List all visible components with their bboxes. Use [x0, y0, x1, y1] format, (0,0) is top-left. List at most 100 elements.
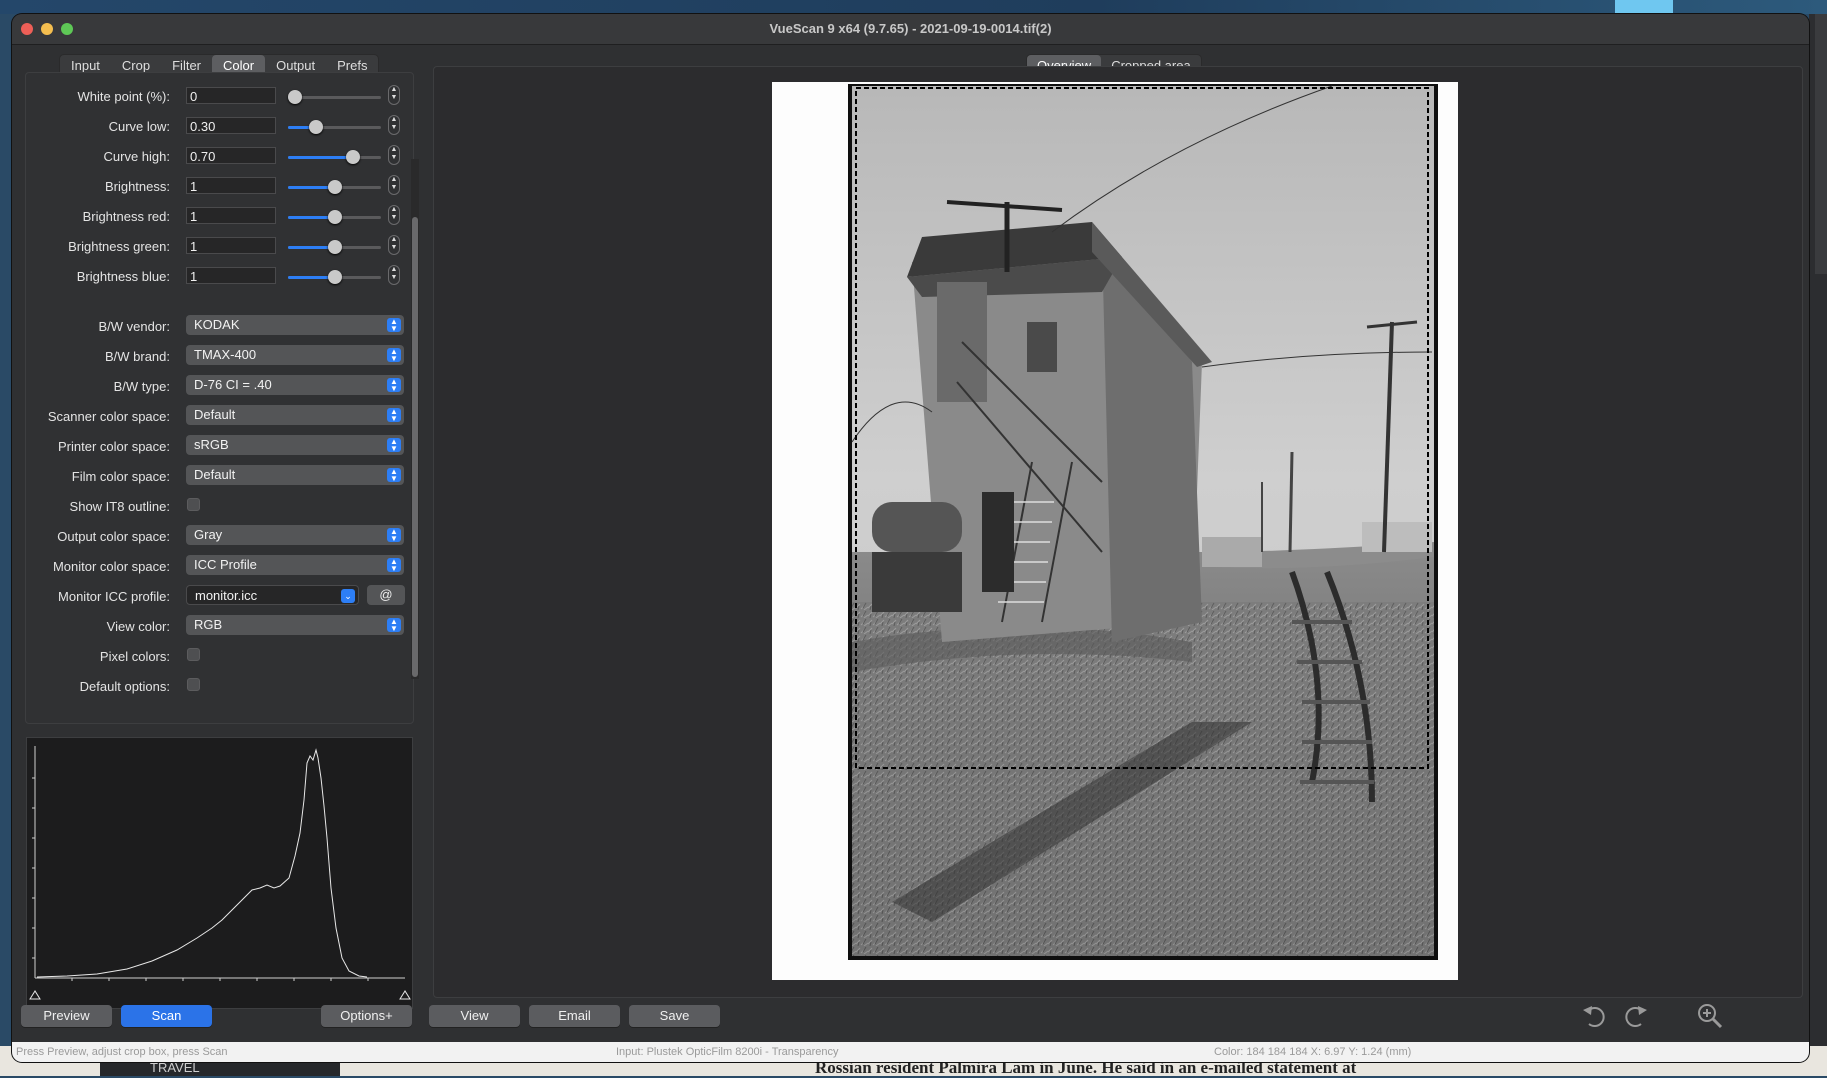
output-color-space-value: Gray [194, 527, 223, 542]
preview-button[interactable]: Preview [21, 1005, 112, 1027]
film-color-space-row: Film color space: Default ▲ ▼ [26, 465, 404, 489]
printer-color-space-row: Printer color space: sRGB ▲ ▼ [26, 435, 404, 459]
brightness-green-input[interactable]: 1 [186, 237, 276, 254]
rotate-right-icon[interactable] [1621, 1001, 1651, 1031]
scanner-color-space-row: Scanner color space: Default ▲ ▼ [26, 405, 404, 429]
brightness-red-input[interactable]: 1 [186, 207, 276, 224]
brightness-stepper[interactable]: ▲ ▼ [388, 175, 400, 195]
save-button[interactable]: Save [629, 1005, 720, 1027]
bw-brand-label: B/W brand: [104, 349, 170, 364]
monitor-icc-value: monitor.icc [195, 588, 258, 603]
scanner-color-space-label: Scanner color space: [47, 409, 170, 424]
default-options-checkbox[interactable] [187, 678, 200, 691]
rotate-left-icon[interactable] [1579, 1001, 1609, 1031]
slider-knob[interactable] [327, 210, 342, 224]
chevron-updown-icon: ▲ ▼ [387, 318, 401, 333]
brightness-green-row: Brightness green: 1 ▲ ▼ [26, 235, 400, 259]
output-color-space-label: Output color space: [57, 529, 170, 544]
monitor-icc-row: Monitor ICC profile: monitor.icc ⌄ @ [26, 585, 405, 609]
monitor-icc-browse-button[interactable]: @ [367, 585, 405, 605]
brightness-blue-input[interactable]: 1 [186, 267, 276, 284]
options-button[interactable]: Options+ [321, 1005, 412, 1027]
curve-high-stepper[interactable]: ▲ ▼ [388, 145, 400, 165]
brightness-red-stepper[interactable]: ▲ ▼ [388, 205, 400, 225]
bw-vendor-value: KODAK [194, 317, 240, 332]
histogram-graph [29, 746, 411, 1000]
panel-scrollbar[interactable] [411, 159, 419, 679]
brightness-green-slider[interactable] [288, 240, 381, 254]
slider-knob[interactable] [346, 150, 361, 164]
scanner-color-space-select[interactable]: Default ▲ ▼ [186, 405, 404, 425]
show-it8-checkbox[interactable] [187, 498, 200, 511]
bw-type-value: D-76 CI = .40 [194, 377, 272, 392]
white-point-stepper[interactable]: ▲ ▼ [388, 85, 400, 105]
bw-vendor-label: B/W vendor: [98, 319, 170, 334]
curve-high-row: Curve high: 0.70 ▲ ▼ [26, 145, 400, 169]
vuescan-window: VueScan 9 x64 (9.7.65) - 2021-09-19-0014… [12, 14, 1809, 1062]
brightness-green-stepper[interactable]: ▲ ▼ [388, 235, 400, 255]
email-button[interactable]: Email [529, 1005, 620, 1027]
slider-knob[interactable] [287, 90, 302, 104]
output-color-space-select[interactable]: Gray ▲ ▼ [186, 525, 404, 545]
film-frame-photo [848, 84, 1438, 960]
scan-preview-image[interactable] [772, 82, 1458, 980]
white-point-row: White point (%): 0 ▲ ▼ [26, 85, 400, 109]
slider-knob[interactable] [308, 120, 323, 134]
monitor-color-space-select[interactable]: ICC Profile ▲ ▼ [186, 555, 404, 575]
scanner-color-space-value: Default [194, 407, 236, 422]
brightness-red-label: Brightness red: [82, 209, 170, 224]
window-title: VueScan 9 x64 (9.7.65) - 2021-09-19-0014… [769, 21, 1052, 36]
zoom-window-button[interactable] [61, 23, 73, 35]
brightness-red-slider[interactable] [288, 210, 381, 224]
curve-low-slider[interactable] [288, 120, 381, 134]
title-bar[interactable]: VueScan 9 x64 (9.7.65) - 2021-09-19-0014… [12, 14, 1809, 45]
brightness-input[interactable]: 1 [186, 177, 276, 194]
histogram [26, 737, 413, 1009]
printer-color-space-select[interactable]: sRGB ▲ ▼ [186, 435, 404, 455]
monitor-icc-combo[interactable]: monitor.icc ⌄ [186, 585, 359, 605]
chevron-updown-icon: ▲ ▼ [387, 558, 401, 573]
background-sidebar-item: TRAVEL [150, 1060, 200, 1075]
film-color-space-label: Film color space: [71, 469, 170, 484]
white-point-input[interactable]: 0 [186, 87, 276, 104]
bw-vendor-select[interactable]: KODAK ▲ ▼ [186, 315, 404, 335]
brightness-blue-stepper[interactable]: ▲ ▼ [388, 265, 400, 285]
bw-brand-select[interactable]: TMAX-400 ▲ ▼ [186, 345, 404, 365]
slider-knob[interactable] [327, 270, 342, 284]
bw-type-select[interactable]: D-76 CI = .40 ▲ ▼ [186, 375, 404, 395]
monitor-icc-label: Monitor ICC profile: [58, 589, 170, 604]
pixel-colors-checkbox[interactable] [187, 648, 200, 661]
brightness-slider[interactable] [288, 180, 381, 194]
zoom-in-icon[interactable] [1695, 1001, 1725, 1031]
slider-knob[interactable] [327, 240, 342, 254]
close-window-button[interactable] [21, 23, 33, 35]
brightness-blue-row: Brightness blue: 1 ▲ ▼ [26, 265, 400, 289]
curve-high-input[interactable]: 0.70 [186, 147, 276, 164]
curve-low-input[interactable]: 0.30 [186, 117, 276, 134]
default-options-label: Default options: [79, 679, 170, 694]
brightness-blue-slider[interactable] [288, 270, 381, 284]
scan-button[interactable]: Scan [121, 1005, 212, 1027]
minimize-window-button[interactable] [41, 23, 53, 35]
brightness-blue-label: Brightness blue: [76, 269, 170, 284]
view-color-label: View color: [106, 619, 170, 634]
curve-low-stepper[interactable]: ▲ ▼ [388, 115, 400, 135]
chevron-updown-icon: ▲ ▼ [387, 528, 401, 543]
status-pixel-color: Color: 184 184 184 X: 6.97 Y: 1.24 (mm) [1214, 1046, 1412, 1058]
white-point-slider[interactable] [287, 90, 381, 104]
chevron-updown-icon: ▲ ▼ [387, 408, 401, 423]
view-color-row: View color: RGB ▲ ▼ [26, 615, 404, 639]
show-it8-row: Show IT8 outline: [26, 495, 396, 519]
view-color-select[interactable]: RGB ▲ ▼ [186, 615, 404, 635]
curve-low-label: Curve low: [108, 119, 170, 134]
status-input-device: Input: Plustek OpticFilm 8200i - Transpa… [616, 1046, 839, 1058]
view-button[interactable]: View [429, 1005, 520, 1027]
film-color-space-select[interactable]: Default ▲ ▼ [186, 465, 404, 485]
curve-high-slider[interactable] [288, 150, 381, 164]
pixel-colors-row: Pixel colors: [26, 645, 396, 669]
scrollbar-thumb[interactable] [412, 217, 418, 677]
desktop-background [0, 0, 1827, 14]
curve-low-row: Curve low: 0.30 ▲ ▼ [26, 115, 400, 139]
chevron-updown-icon: ▲ ▼ [387, 378, 401, 393]
slider-knob[interactable] [327, 180, 342, 194]
